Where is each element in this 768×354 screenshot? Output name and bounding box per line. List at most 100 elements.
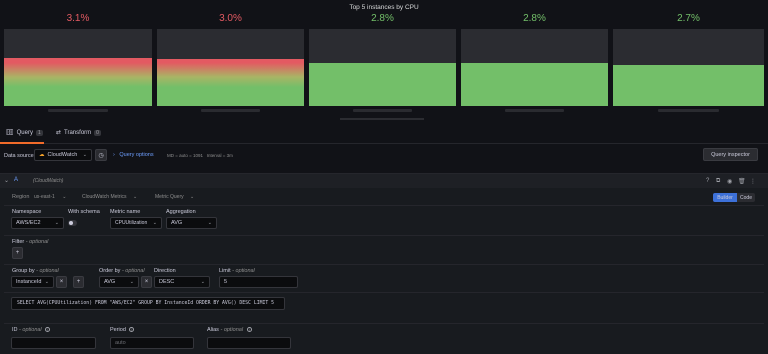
datasource-settings-button[interactable]: ◷ <box>95 149 107 161</box>
query-options-meta: MD = auto = 1091 Interval = 3m <box>167 153 233 158</box>
query-inspector-button[interactable]: Query inspector <box>703 148 758 161</box>
optional-hint: - optional <box>25 239 49 245</box>
gauge-label-redacted <box>48 109 108 112</box>
with-schema-toggle[interactable] <box>68 220 77 226</box>
builder-mode-button[interactable]: Builder <box>713 193 737 202</box>
optional-hint: - optional <box>121 268 145 274</box>
alias-input[interactable] <box>207 337 291 349</box>
info-icon[interactable]: i <box>45 327 51 333</box>
namespace-value: AWS/EC2 <box>16 220 41 226</box>
direction-label: Direction <box>154 268 176 274</box>
chevron-right-icon: › <box>113 152 115 158</box>
gauge-value: 2.7% <box>677 13 700 24</box>
bar-gauge: 3.1% <box>4 13 152 112</box>
trash-icon[interactable]: 🗑 <box>738 178 746 185</box>
chevron-down-icon: ⌄ <box>200 279 205 285</box>
gauge-value: 2.8% <box>523 13 546 24</box>
gauge-fill <box>4 58 152 106</box>
query-options-toggle[interactable]: › Query options <box>113 152 154 158</box>
bar-gauge: 2.8% <box>461 13 608 112</box>
group-by-label: Group by - optional <box>12 268 59 274</box>
active-tab-indicator <box>0 142 44 144</box>
bar-gauge: 2.7% <box>613 13 764 112</box>
gauge-track <box>309 29 456 106</box>
metric-name-label: Metric name <box>110 209 141 215</box>
limit-input[interactable]: 5 <box>219 276 298 288</box>
gauge-track <box>157 29 304 106</box>
database-icon: 🗄 <box>6 130 14 136</box>
namespace-label: Namespace <box>12 209 42 215</box>
add-group-by-button[interactable]: + <box>73 276 84 288</box>
order-by-value: AVG <box>104 279 116 285</box>
optional-hint: - optional <box>36 268 59 274</box>
divider <box>4 292 764 293</box>
metric-name-select[interactable]: CPUUtilization ⌄ <box>110 217 162 229</box>
gauge-track <box>461 29 608 106</box>
tab-transform[interactable]: ⇄ Transform 0 <box>56 129 101 136</box>
cloudwatch-icon: ☁ <box>39 152 45 158</box>
tab-label: Query <box>16 129 33 136</box>
datasource-picker[interactable]: ☁ CloudWatch ⌄ <box>34 149 92 161</box>
direction-select[interactable]: DESC ⌄ <box>154 276 210 288</box>
period-input[interactable]: auto <box>110 337 194 349</box>
divider <box>4 205 764 206</box>
query-editor-screen: Top 5 instances by CPU 3.1% 3.0% 2.8% 2.… <box>0 0 768 354</box>
gauge-fill <box>157 59 304 106</box>
sql-preview: SELECT AVG(CPUUtilization) FROM "AWS/EC2… <box>11 297 285 310</box>
gauge-label-redacted <box>353 109 412 112</box>
transform-icon: ⇄ <box>56 130 62 136</box>
filter-label: Filter - optional <box>12 239 48 245</box>
chevron-down-icon: ⌄ <box>82 152 87 158</box>
info-icon[interactable]: i <box>129 327 135 333</box>
bar-gauge: 3.0% <box>157 13 304 112</box>
clock-icon: ◷ <box>98 152 104 159</box>
gauge-fill <box>461 62 608 106</box>
region-select[interactable]: us-east-1 ⌄ <box>34 194 66 200</box>
chevron-down-icon: ⌄ <box>44 279 49 285</box>
group-by-select[interactable]: InstanceId ⌄ <box>11 276 54 288</box>
chevron-down-icon: ⌄ <box>54 220 59 226</box>
info-icon[interactable]: i <box>246 327 252 333</box>
gauge-track <box>4 29 152 106</box>
tab-label: Transform <box>64 129 92 136</box>
api-select[interactable]: CloudWatch Metrics ⌄ <box>82 194 137 200</box>
query-row-header[interactable]: ⌄ A (CloudWatch) ? ⧉ ◉ 🗑 ⋮ <box>0 174 768 188</box>
query-ref-id[interactable]: A <box>14 177 18 183</box>
aggregation-select[interactable]: AVG ⌄ <box>166 217 217 229</box>
order-by-label-text: Order by <box>99 268 121 274</box>
optional-hint: - optional <box>19 327 42 333</box>
id-input[interactable] <box>11 337 96 349</box>
query-datasource-name: (CloudWatch) <box>33 178 64 184</box>
query-mode-select[interactable]: Metric Query ⌄ <box>155 194 194 200</box>
gauge-value: 2.8% <box>371 13 394 24</box>
chevron-down-icon: ⌄ <box>129 279 134 285</box>
order-by-select[interactable]: AVG ⌄ <box>99 276 139 288</box>
id-label-text: ID <box>12 327 18 333</box>
splitter-handle[interactable] <box>340 118 424 120</box>
tab-query[interactable]: 🗄 Query 1 <box>6 129 43 136</box>
add-filter-button[interactable]: + <box>12 247 23 259</box>
gauge-fill <box>309 62 456 106</box>
collapse-chevron-icon[interactable]: ⌄ <box>4 177 9 184</box>
editor-tabs: 🗄 Query 1 ⇄ Transform 0 <box>0 123 768 144</box>
code-mode-button[interactable]: Code <box>737 193 755 202</box>
panel-title: Top 5 instances by CPU <box>349 4 419 11</box>
remove-order-by-button[interactable]: × <box>141 276 152 288</box>
tab-count-badge: 1 <box>35 129 43 136</box>
query-mode-value: Metric Query <box>155 194 184 200</box>
drag-handle-icon[interactable]: ⋮ <box>750 178 756 185</box>
limit-label-text: Limit <box>219 268 231 274</box>
gauge-value: 3.0% <box>219 13 242 24</box>
datasource-label: Data source: <box>4 153 35 159</box>
aggregation-label: Aggregation <box>166 209 196 215</box>
remove-group-by-button[interactable]: × <box>56 276 67 288</box>
help-icon[interactable]: ? <box>706 178 709 184</box>
gauge-label-redacted <box>658 109 719 112</box>
duplicate-icon[interactable]: ⧉ <box>716 178 720 185</box>
chevron-down-icon: ⌄ <box>152 220 157 226</box>
divider <box>4 264 764 265</box>
namespace-select[interactable]: AWS/EC2 ⌄ <box>11 217 64 229</box>
gauge-fill <box>613 65 764 106</box>
eye-icon[interactable]: ◉ <box>727 178 732 185</box>
divider <box>4 235 764 236</box>
